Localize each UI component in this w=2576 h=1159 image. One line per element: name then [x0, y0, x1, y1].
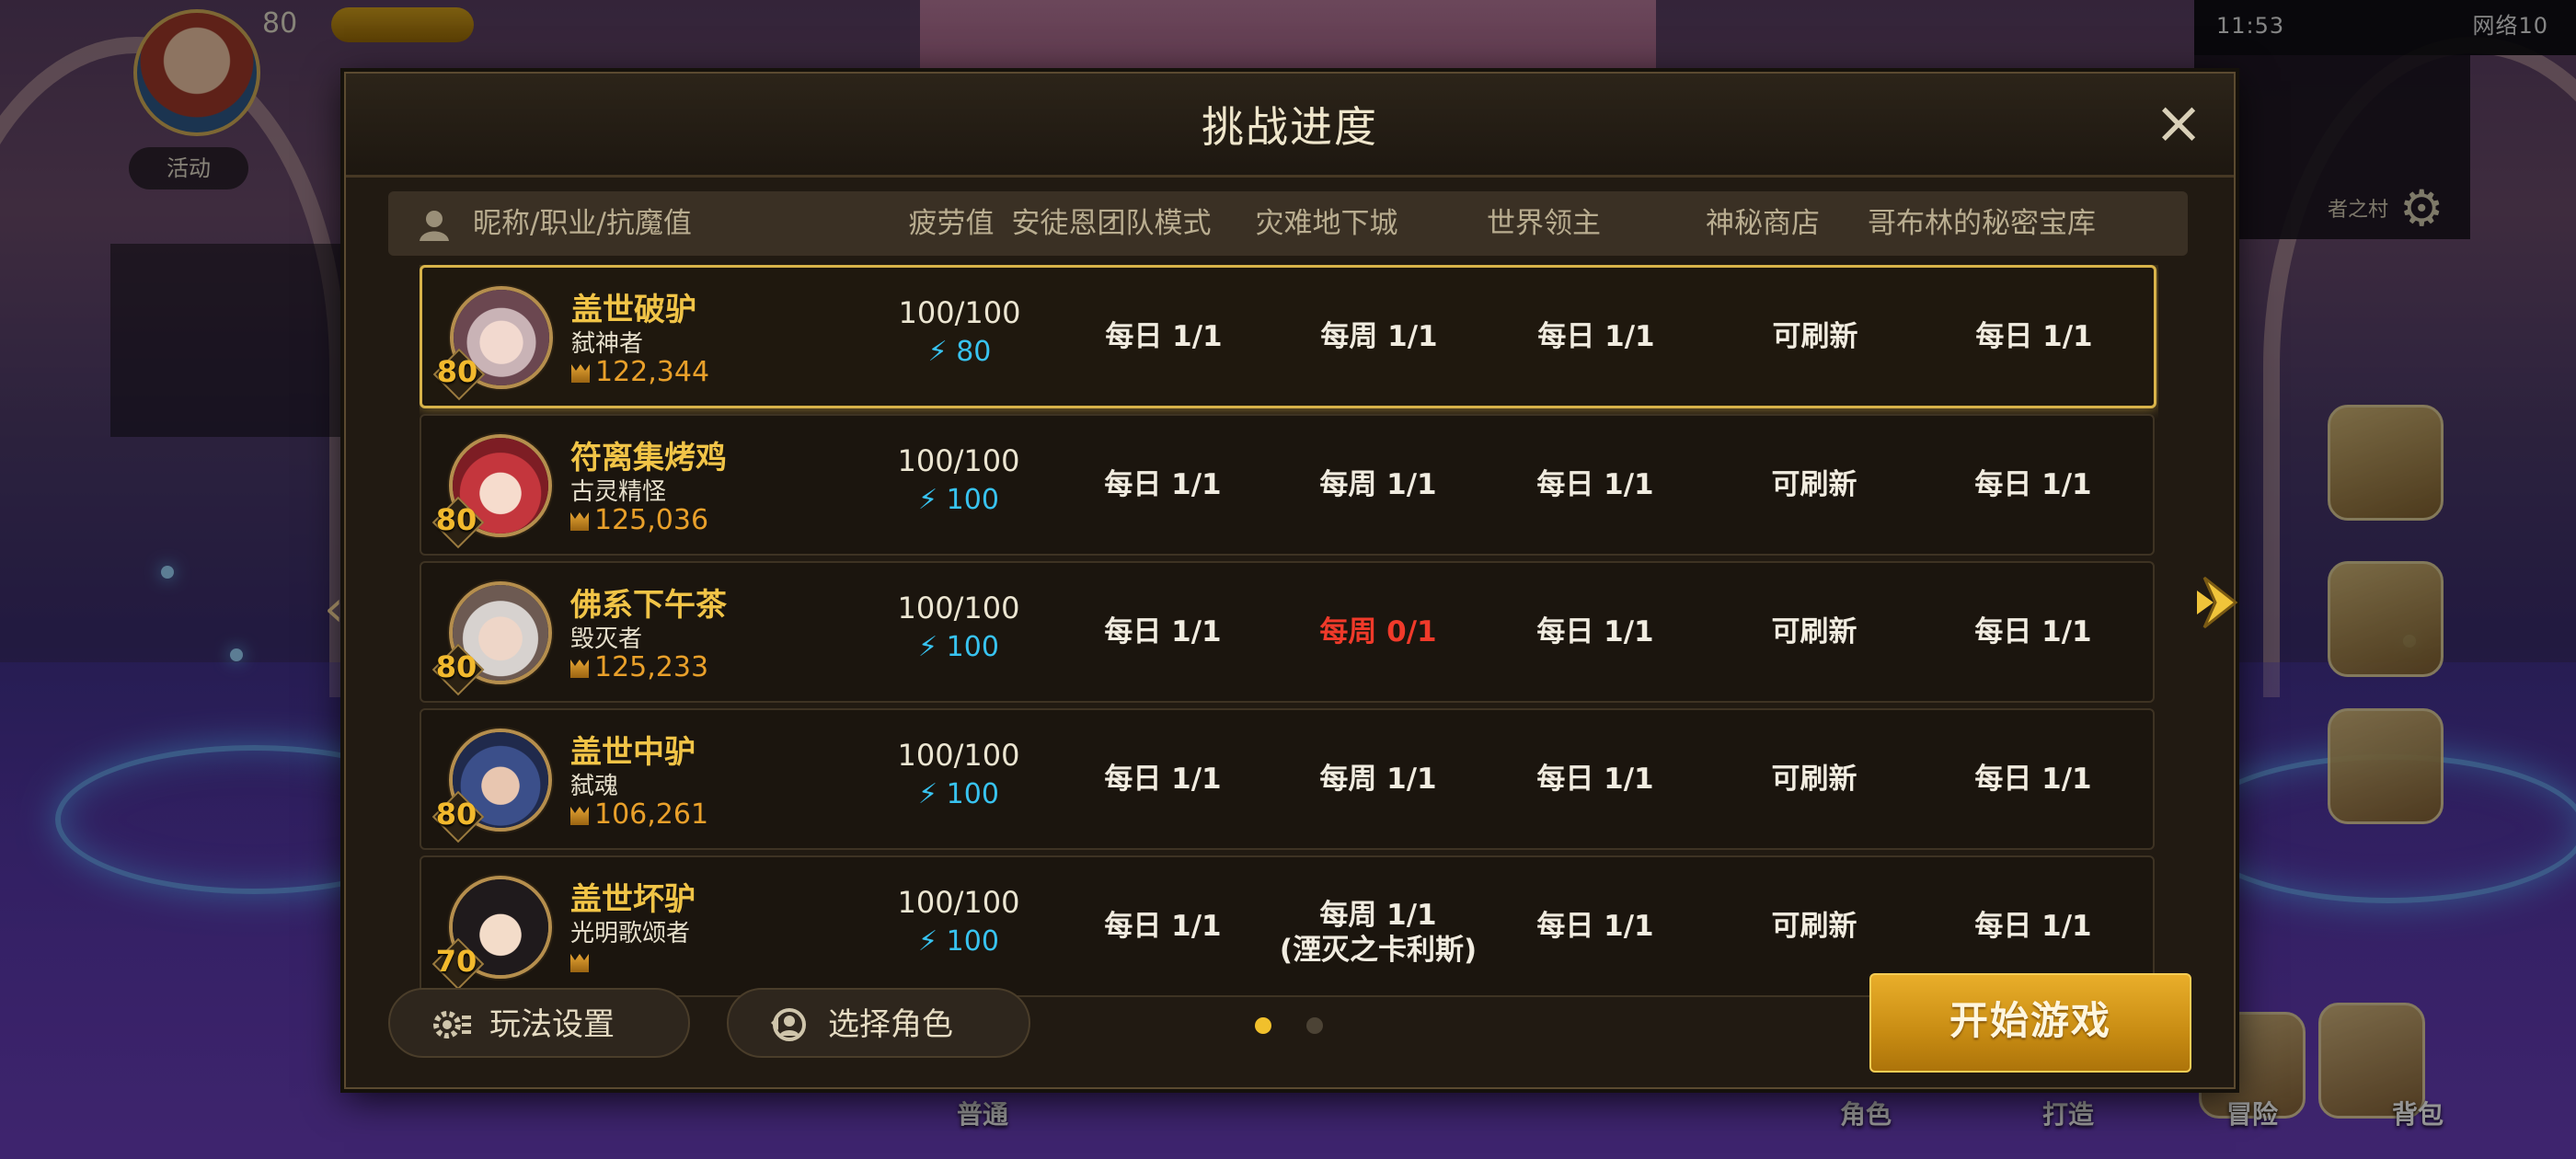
- stamina-value: ⚡ 80: [927, 336, 992, 368]
- column-header-fatigue: 疲劳值: [908, 207, 995, 240]
- mystic-shop-status: 可刷新: [1771, 615, 1857, 648]
- calamity-progress: 每周 0/1: [1319, 615, 1437, 648]
- column-header-mystic-shop: 神秘商店: [1706, 207, 1820, 240]
- modal-header: 挑战进度 ×: [346, 74, 2234, 178]
- character-swap-icon: [771, 1008, 806, 1041]
- level-badge: 80: [431, 495, 485, 549]
- anti-magic-value: 106,261: [570, 798, 708, 831]
- lightning-icon: ⚡: [918, 484, 938, 516]
- character-list[interactable]: 80 盖世破驴 弑神者 122,344 100/100 ⚡ 80 每日 1/1 …: [420, 265, 2158, 1027]
- character-row[interactable]: 80 佛系下午茶 毁灭者 125,233 100/100 ⚡ 100 每日 1/…: [420, 561, 2155, 703]
- power-icon: [570, 512, 589, 531]
- character-class: 光明歌颂者: [570, 920, 691, 947]
- fatigue-value: 100/100: [897, 443, 1020, 478]
- lightning-icon: ⚡: [918, 778, 938, 810]
- challenge-progress-modal: 挑战进度 × 昵称/职业/抗魔值 疲劳值 安徒恩团队模式 灾难地下城 世界领主 …: [344, 72, 2236, 1089]
- character-name: 佛系下午茶: [570, 587, 727, 624]
- stamina-value: ⚡ 100: [918, 778, 999, 810]
- fatigue-value: 100/100: [897, 885, 1020, 920]
- column-header-calamity: 灾难地下城: [1255, 207, 1398, 240]
- stamina-value: ⚡ 100: [918, 484, 999, 516]
- power-icon: [570, 954, 589, 972]
- select-character-label: 选择角色: [828, 1006, 953, 1043]
- chevron-right-icon[interactable]: [2195, 570, 2250, 635]
- anti-magic-value: 125,233: [570, 651, 708, 683]
- world-boss-progress: 每日 1/1: [1536, 468, 1654, 501]
- column-header-world-boss: 世界领主: [1487, 207, 1601, 240]
- fatigue-value: 100/100: [897, 591, 1020, 625]
- calamity-progress: 每周 1/1 (湮灭之卡利斯): [1280, 857, 1477, 1027]
- gameplay-settings-label: 玩法设置: [489, 1006, 615, 1043]
- column-header-name: 昵称/职业/抗魔值: [473, 207, 692, 240]
- chevron-left-icon[interactable]: ‹: [324, 580, 344, 637]
- mystic-shop-status: 可刷新: [1772, 320, 1858, 353]
- page-indicator-dot[interactable]: [1255, 1017, 1271, 1034]
- select-character-button[interactable]: 选择角色: [727, 988, 1030, 1058]
- fatigue-value: 100/100: [897, 738, 1020, 773]
- character-name: 盖世破驴: [571, 292, 696, 328]
- column-header-goblin-vault: 哥布林的秘密宝库: [1868, 207, 2096, 240]
- page-indicator-dot[interactable]: [1306, 1017, 1323, 1034]
- column-header-raid: 安徒恩团队模式: [1011, 207, 1212, 240]
- goblin-vault-progress: 每日 1/1: [1974, 763, 2092, 796]
- fatigue-value: 100/100: [898, 295, 1021, 330]
- stamina-value: ⚡ 100: [918, 631, 999, 663]
- table-header: 昵称/职业/抗魔值 疲劳值 安徒恩团队模式 灾难地下城 世界领主 神秘商店 哥布…: [388, 191, 2188, 256]
- raid-progress: 每日 1/1: [1104, 615, 1222, 648]
- raid-progress: 每日 1/1: [1105, 320, 1223, 353]
- start-game-button[interactable]: 开始游戏: [1869, 973, 2191, 1073]
- level-badge: 80: [431, 789, 485, 843]
- level-badge: 80: [431, 642, 485, 696]
- lightning-icon: ⚡: [927, 336, 948, 368]
- calamity-progress-value: 每周 1/1: [1319, 899, 1437, 932]
- world-boss-progress: 每日 1/1: [1536, 763, 1654, 796]
- character-row[interactable]: 80 盖世破驴 弑神者 122,344 100/100 ⚡ 80 每日 1/1 …: [420, 265, 2156, 408]
- goblin-vault-progress: 每日 1/1: [1974, 615, 2092, 648]
- world-boss-progress: 每日 1/1: [1536, 615, 1654, 648]
- raid-progress: 每日 1/1: [1104, 468, 1222, 501]
- character-name: 符离集烤鸡: [570, 440, 727, 476]
- calamity-progress-note: (湮灭之卡利斯): [1279, 934, 1478, 967]
- calamity-progress: 每周 1/1: [1320, 320, 1438, 353]
- close-icon[interactable]: ×: [2151, 94, 2206, 153]
- lightning-icon: ⚡: [918, 925, 938, 958]
- raid-progress: 每日 1/1: [1104, 910, 1222, 943]
- goblin-vault-progress: 每日 1/1: [1975, 320, 2093, 353]
- gameplay-settings-button[interactable]: 玩法设置: [388, 988, 690, 1058]
- world-boss-progress: 每日 1/1: [1537, 320, 1655, 353]
- anti-magic-value: [570, 946, 594, 978]
- character-name: 盖世坏驴: [570, 881, 696, 918]
- lightning-icon: ⚡: [918, 631, 938, 663]
- goblin-vault-progress: 每日 1/1: [1974, 468, 2092, 501]
- power-icon: [570, 807, 589, 825]
- character-class: 毁灭者: [570, 625, 643, 653]
- character-row[interactable]: 80 符离集烤鸡 古灵精怪 125,036 100/100 ⚡ 100 每日 1…: [420, 414, 2155, 556]
- gear-icon: [433, 1011, 471, 1039]
- mystic-shop-status: 可刷新: [1771, 468, 1857, 501]
- character-class: 古灵精怪: [570, 478, 667, 506]
- character-name: 盖世中驴: [570, 734, 696, 771]
- calamity-progress: 每周 1/1: [1319, 763, 1437, 796]
- modal-title: 挑战进度: [1202, 102, 1378, 152]
- mystic-shop-status: 可刷新: [1771, 910, 1857, 943]
- power-icon: [570, 660, 589, 678]
- anti-magic-value: 125,036: [570, 504, 708, 536]
- anti-magic-value: 122,344: [571, 356, 709, 388]
- power-icon: [571, 364, 590, 383]
- user-icon: [420, 211, 449, 241]
- level-badge: 70: [431, 936, 485, 991]
- level-badge: 80: [431, 347, 486, 401]
- world-boss-progress: 每日 1/1: [1536, 910, 1654, 943]
- calamity-progress: 每周 1/1: [1319, 468, 1437, 501]
- stamina-value: ⚡ 100: [918, 925, 999, 958]
- raid-progress: 每日 1/1: [1104, 763, 1222, 796]
- character-class: 弑魂: [570, 773, 619, 800]
- mystic-shop-status: 可刷新: [1771, 763, 1857, 796]
- character-row[interactable]: 80 盖世中驴 弑魂 106,261 100/100 ⚡ 100 每日 1/1 …: [420, 708, 2155, 850]
- character-class: 弑神者: [571, 330, 644, 358]
